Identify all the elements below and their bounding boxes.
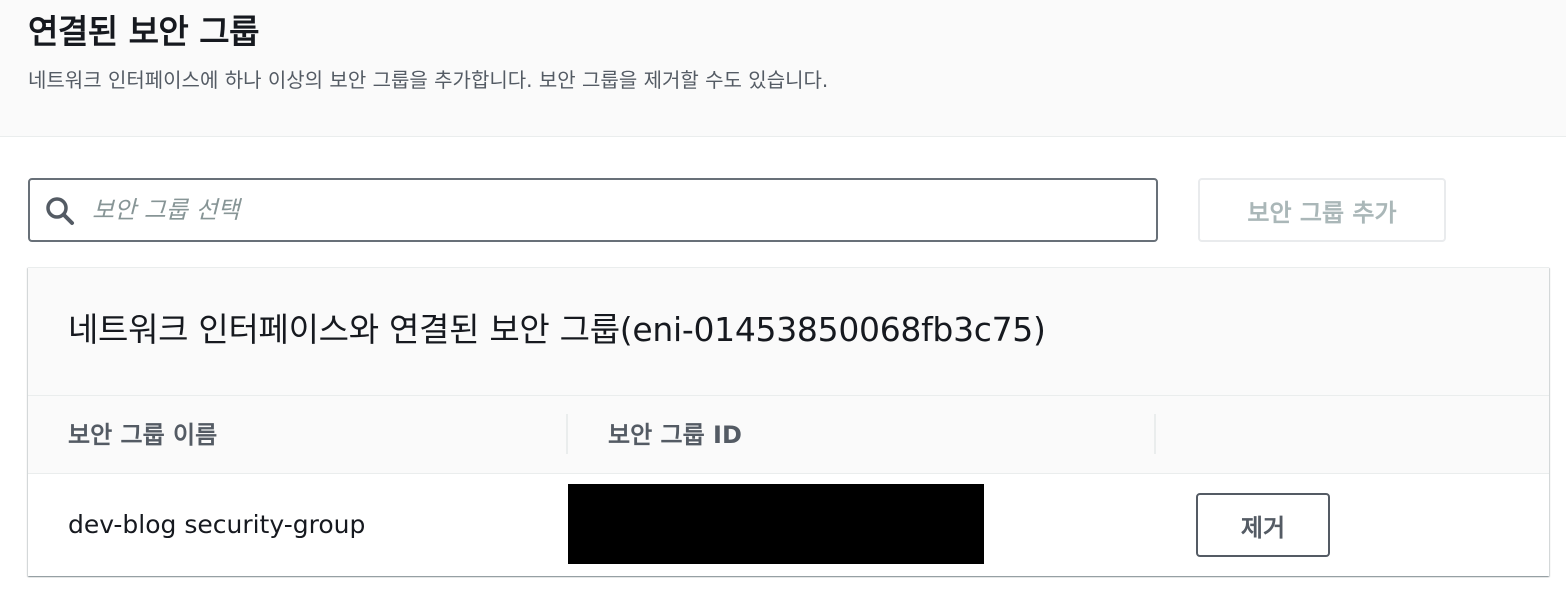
redacted-security-group-id [568, 484, 984, 564]
column-header-row: 보안 그룹 이름 보안 그룹 ID [28, 396, 1549, 474]
section-header: 연결된 보안 그룹 네트워크 인터페이스에 하나 이상의 보안 그룹을 추가합니… [0, 0, 1566, 137]
security-group-name: dev-blog security-group [68, 510, 366, 539]
security-groups-table: 네트워크 인터페이스와 연결된 보안 그룹(eni-01453850068fb3… [28, 267, 1549, 576]
page-description: 네트워크 인터페이스에 하나 이상의 보안 그룹을 추가합니다. 보안 그룹을 … [28, 68, 829, 92]
table-row: dev-blog security-group 제거 [28, 474, 1549, 576]
column-header-id[interactable]: 보안 그룹 ID [608, 396, 742, 474]
security-group-search[interactable] [28, 178, 1158, 242]
column-header-name[interactable]: 보안 그룹 이름 [68, 396, 217, 474]
table-header: 네트워크 인터페이스와 연결된 보안 그룹(eni-01453850068fb3… [28, 268, 1549, 396]
security-groups-panel: 연결된 보안 그룹 네트워크 인터페이스에 하나 이상의 보안 그룹을 추가합니… [0, 0, 1566, 604]
table-title: 네트워크 인터페이스와 연결된 보안 그룹(eni-01453850068fb3… [68, 310, 1046, 349]
page-title: 연결된 보안 그룹 [28, 12, 260, 51]
column-divider[interactable] [1154, 414, 1156, 454]
remove-button[interactable]: 제거 [1196, 493, 1330, 557]
search-icon [46, 197, 74, 225]
search-input[interactable] [92, 180, 1132, 240]
add-security-group-button[interactable]: 보안 그룹 추가 [1198, 178, 1446, 242]
column-divider[interactable] [566, 414, 568, 454]
